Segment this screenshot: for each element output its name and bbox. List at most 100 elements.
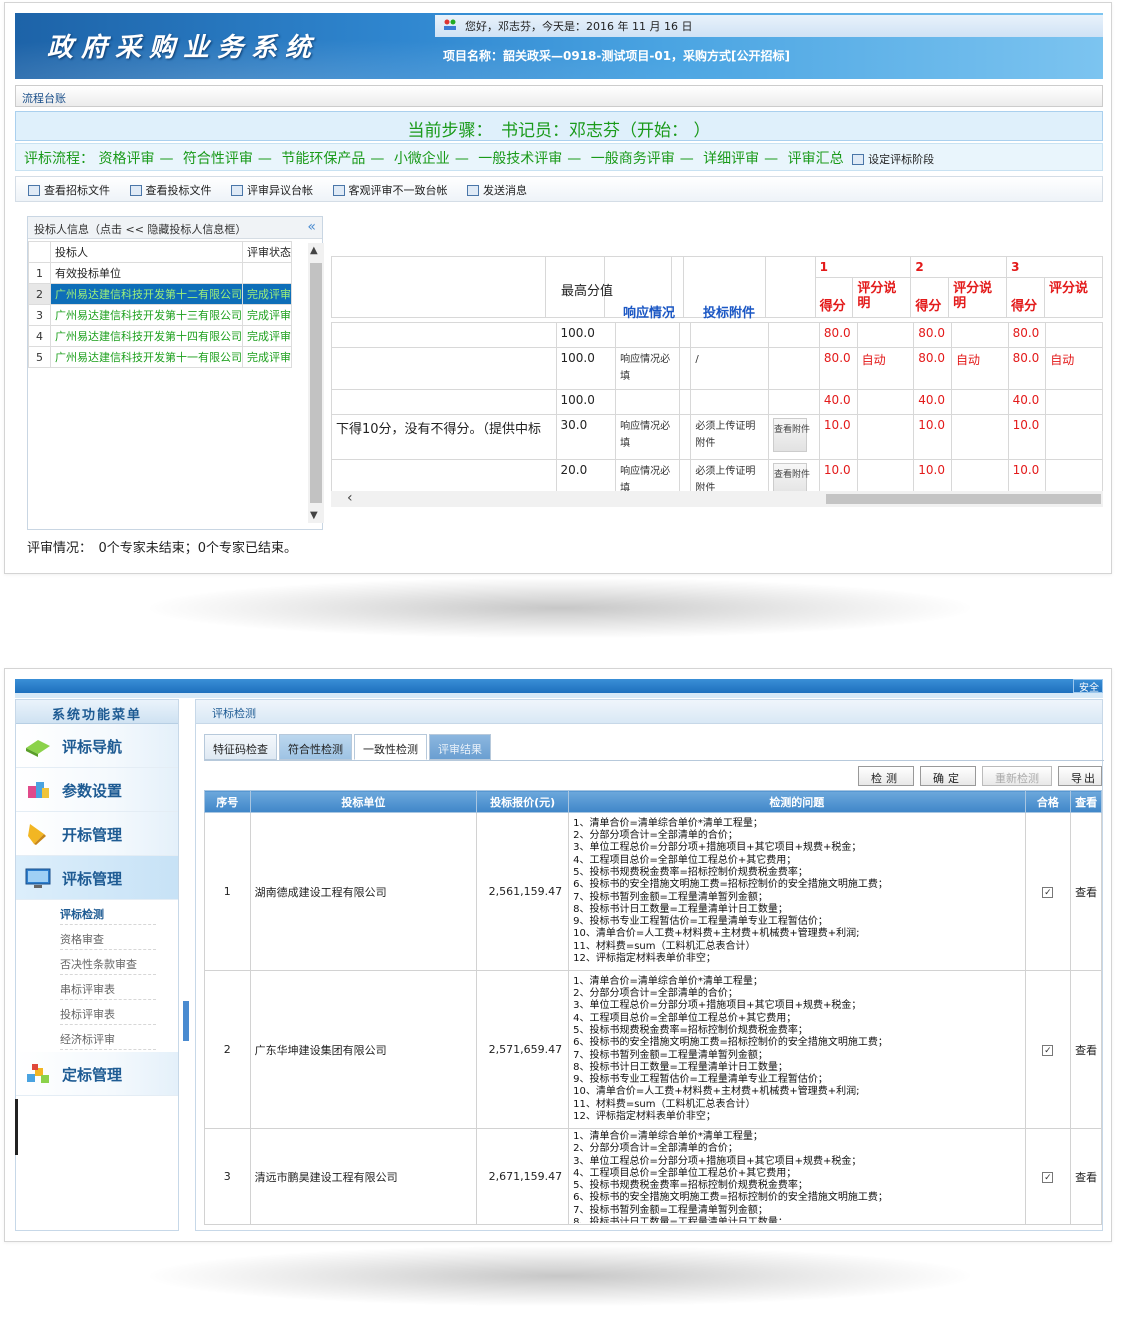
- score-header: 得分: [910, 277, 950, 318]
- view-bid-doc-button[interactable]: 查看投标文件: [129, 182, 212, 198]
- horizontal-scrollbar[interactable]: ‹: [331, 490, 1103, 507]
- menu-item-params[interactable]: 参数设置: [16, 768, 178, 812]
- score: 40.0: [913, 389, 952, 415]
- review-status: 完成评审: [242, 325, 292, 347]
- tab-flow-ledger[interactable]: 流程台账: [15, 85, 1103, 107]
- row-number: 1: [28, 262, 51, 284]
- window-icon: [332, 185, 345, 196]
- safe-label[interactable]: 安全: [1079, 679, 1099, 694]
- tab-conformity[interactable]: 符合性检测: [279, 734, 352, 760]
- review-status: 完成评审: [242, 283, 292, 305]
- breadcrumb: 评标检测: [196, 700, 1102, 724]
- flow-sep: —: [567, 151, 582, 167]
- inconsistency-ledger-button[interactable]: 客观评审不一致台帐: [332, 182, 448, 198]
- note: 自动: [1045, 347, 1103, 390]
- view-link[interactable]: 查看: [1070, 1128, 1102, 1225]
- scroll-down-icon[interactable]: ▼: [310, 510, 318, 521]
- check-button[interactable]: 检测: [858, 766, 914, 786]
- scroll-left-icon[interactable]: ‹: [347, 490, 353, 506]
- table-row[interactable]: 1 有效投标单位: [28, 262, 292, 284]
- send-message-button[interactable]: 发送消息: [467, 182, 527, 198]
- tab-consistency[interactable]: 一致性检测: [354, 734, 427, 760]
- scroll-up-icon[interactable]: ▲: [310, 245, 318, 256]
- issue-line: 6、投标书的安全措施文明施工费=招标控制价的安全措施文明施工费；: [573, 1037, 888, 1049]
- table-row[interactable]: 5 广州易达建信科技开发第十一有限公司 完成评审: [28, 346, 292, 368]
- submenu-collusion[interactable]: 串标评审表: [60, 975, 156, 1000]
- issues-cell: 1、清单合价=清单综合单价*清单工程量； 2、分部分项合计=全部清单的合价； 3、单…: [568, 1128, 1026, 1225]
- view-tender-doc-button[interactable]: 查看招标文件: [28, 182, 110, 198]
- menu-item-eval-nav[interactable]: 评标导航: [16, 724, 178, 768]
- menu-collapse-handle[interactable]: [183, 1001, 189, 1041]
- flow-step[interactable]: 资格评审: [98, 151, 154, 167]
- table-row[interactable]: 4 广州易达建信科技开发第十四有限公司 完成评审: [28, 325, 292, 347]
- pass-checkbox[interactable]: ✓: [1042, 1172, 1054, 1183]
- issue-line: 5、投标书规费税金费率=招标控制价规费税金费率；: [573, 1024, 808, 1036]
- score: 80.0: [818, 347, 858, 390]
- bid-price: 2,561,159.47: [476, 812, 570, 971]
- view-link[interactable]: 查看: [1070, 970, 1102, 1129]
- response-field[interactable]: 响应情况必填: [615, 414, 680, 460]
- tab-results[interactable]: 评审结果: [429, 734, 491, 760]
- table-row[interactable]: 2 广州易达建信科技开发第十二有限公司 完成评审: [28, 283, 292, 305]
- button-label: 查看招标文件: [44, 184, 110, 197]
- vertical-scrollbar[interactable]: ▲ ▼: [308, 243, 324, 523]
- submenu-economic[interactable]: 经济标评审: [60, 1025, 156, 1050]
- menu-item-eval-manage[interactable]: 评标管理: [16, 856, 178, 900]
- view-link[interactable]: 查看: [1070, 812, 1102, 971]
- issue-line: 7、投标书暂列金额=工程量清单暂列金额；: [573, 1204, 768, 1216]
- collapse-icon[interactable]: «: [307, 219, 316, 235]
- flow-step[interactable]: 详细评审: [703, 151, 759, 167]
- bidder-name: 湖南德成建设工程有限公司: [249, 812, 478, 971]
- issue-line: 3、单位工程总价=分部分项+措施项目+其它项目+规费+税金；: [573, 1155, 862, 1167]
- flow-step[interactable]: 一般技术评审: [478, 151, 562, 167]
- submenu-bid-review[interactable]: 投标评审表: [60, 1000, 156, 1025]
- note: [950, 322, 1009, 348]
- flow-step[interactable]: 评审汇总: [788, 151, 844, 167]
- submenu-bid-check[interactable]: 评标检测: [60, 900, 156, 925]
- flow-step[interactable]: 一般商务评审: [591, 151, 675, 167]
- bidder-name[interactable]: 广州易达建信科技开发第十一有限公司: [50, 346, 243, 368]
- confirm-button[interactable]: 确定: [920, 766, 976, 786]
- review-status: 完成评审: [242, 346, 292, 368]
- score-header: 得分: [814, 277, 854, 318]
- table-row[interactable]: 3 广州易达建信科技开发第十三有限公司 完成评审: [28, 304, 292, 326]
- bidder-name[interactable]: 广州易达建信科技开发第十四有限公司: [50, 325, 243, 347]
- export-button[interactable]: 导出: [1058, 766, 1102, 786]
- menu-item-bid-opening[interactable]: 开标管理: [16, 812, 178, 856]
- col-header: 投标报价(元): [476, 790, 570, 813]
- pass-checkbox[interactable]: ✓: [1042, 1045, 1054, 1056]
- flow-step[interactable]: 小微企业: [394, 151, 450, 167]
- view-attachment-button[interactable]: 查看附件: [773, 418, 810, 452]
- pass-checkbox[interactable]: ✓: [1042, 887, 1054, 898]
- submenu-qualification[interactable]: 资格审查: [60, 925, 156, 950]
- table-row: 1 湖南德成建设工程有限公司 2,561,159.47 1、清单合价=清单综合单…: [204, 812, 1102, 971]
- bidder-name[interactable]: 广州易达建信科技开发第十三有限公司: [50, 304, 243, 326]
- submenu-veto-clause[interactable]: 否决性条款审查: [60, 950, 156, 975]
- pass-cell: ✓: [1024, 970, 1072, 1129]
- bidder-name[interactable]: 有效投标单位: [50, 262, 243, 284]
- set-phase-button[interactable]: 设定评标阶段: [852, 153, 934, 166]
- book-icon: [26, 740, 50, 757]
- menu-item-award[interactable]: 定标管理: [16, 1052, 178, 1096]
- table-row: 100.0 40.0 40.0 40.0: [331, 389, 1103, 415]
- recheck-button[interactable]: 重新检测: [982, 766, 1052, 786]
- tab-feature-code[interactable]: 特征码检查: [204, 734, 277, 760]
- check-tabs: 特征码检查 符合性检测 一致性检测 评审结果: [204, 734, 493, 760]
- response-field[interactable]: 响应情况必填: [615, 347, 680, 390]
- issue-line: 2、分部分项合计=全部清单的合价；: [573, 988, 738, 1000]
- bidder-name[interactable]: 广州易达建信科技开发第十二有限公司: [50, 283, 243, 305]
- score-grid: 1 2 3 得分 评分说明 得分 评分说明 得分 评分说 最高分值 响应情况 投…: [331, 216, 1103, 508]
- function-menu: 系统功能菜单 评标导航 参数设置 开标管理 评标管理 评标检测 资格审查 否决性…: [15, 699, 179, 1231]
- bidder-pane-header[interactable]: 投标人信息（点击 << 隐藏投标人信息框） «: [28, 217, 322, 239]
- system-title: 政府采购业务系统: [47, 33, 320, 63]
- bid-check-content: 评标检测 特征码检查 符合性检测 一致性检测 评审结果 检测 确定 重新检测 导出 序号 投…: [195, 699, 1104, 1231]
- flow-step[interactable]: 节能环保产品: [281, 151, 365, 167]
- attachment-header: 投标附件: [703, 306, 756, 321]
- view-attachment: [768, 322, 820, 348]
- table-row: 2 广东华坤建设集团有限公司 2,571,659.47 1、清单合价=清单综合单…: [204, 970, 1102, 1129]
- button-label: 客观评审不一致台帐: [348, 184, 448, 197]
- issues-list: 1、清单合价=清单综合单价*清单工程量； 2、分部分项合计=全部清单的合价； 3、单…: [570, 1130, 1024, 1223]
- objection-ledger-button[interactable]: 评审异议台帐: [231, 182, 313, 198]
- toolbar: 查看招标文件 查看投标文件 评审异议台帐 客观评审不一致台帐 发送消息: [15, 176, 1103, 202]
- flow-step[interactable]: 符合性评审: [183, 151, 253, 167]
